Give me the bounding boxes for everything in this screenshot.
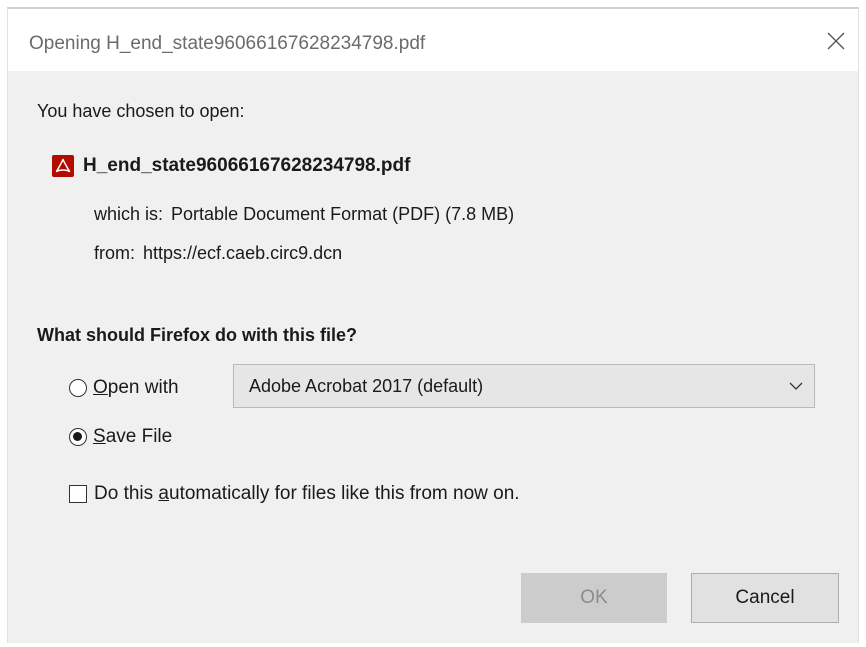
download-dialog: Opening H_end_state96066167628234798.pdf… [7,7,859,643]
file-type-row: which is: Portable Document Format (PDF) … [94,204,514,225]
save-file-radio[interactable]: Save File [69,426,172,448]
file-type-value: Portable Document Format (PDF) (7.8 MB) [171,204,515,224]
close-icon [827,32,845,50]
file-source-label: from: [94,243,136,263]
ok-button[interactable]: OK [521,573,667,623]
pdf-icon [52,155,74,177]
file-source-value: https://ecf.caeb.circ9.dcn [143,243,343,263]
auto-action-checkbox-box[interactable] [69,485,87,503]
file-source-row: from: https://ecf.caeb.circ9.dcn [94,243,342,264]
title-bar: Opening H_end_state96066167628234798.pdf [8,9,858,71]
auto-action-label: Do this automatically for files like thi… [94,483,520,504]
file-row: H_end_state96066167628234798.pdf [52,154,410,178]
file-name: H_end_state96066167628234798.pdf [83,155,411,176]
application-select[interactable]: Adobe Acrobat 2017 (default) [233,364,815,408]
cancel-button[interactable]: Cancel [691,573,839,623]
open-with-radio[interactable]: Open with [69,377,179,399]
intro-text: You have chosen to open: [37,101,245,121]
save-file-label: Save File [93,426,173,447]
save-file-radio-circle[interactable] [69,428,87,446]
application-select-value: Adobe Acrobat 2017 (default) [249,375,484,396]
open-with-radio-circle[interactable] [69,379,87,397]
open-with-label: Open with [93,377,179,398]
close-button[interactable] [816,21,856,61]
file-type-label: which is: [94,204,164,224]
chevron-down-icon [789,382,803,390]
action-question: What should Firefox do with this file? [37,325,357,345]
auto-action-checkbox[interactable]: Do this automatically for files like thi… [69,483,520,505]
dialog-title: Opening H_end_state96066167628234798.pdf [29,33,426,54]
